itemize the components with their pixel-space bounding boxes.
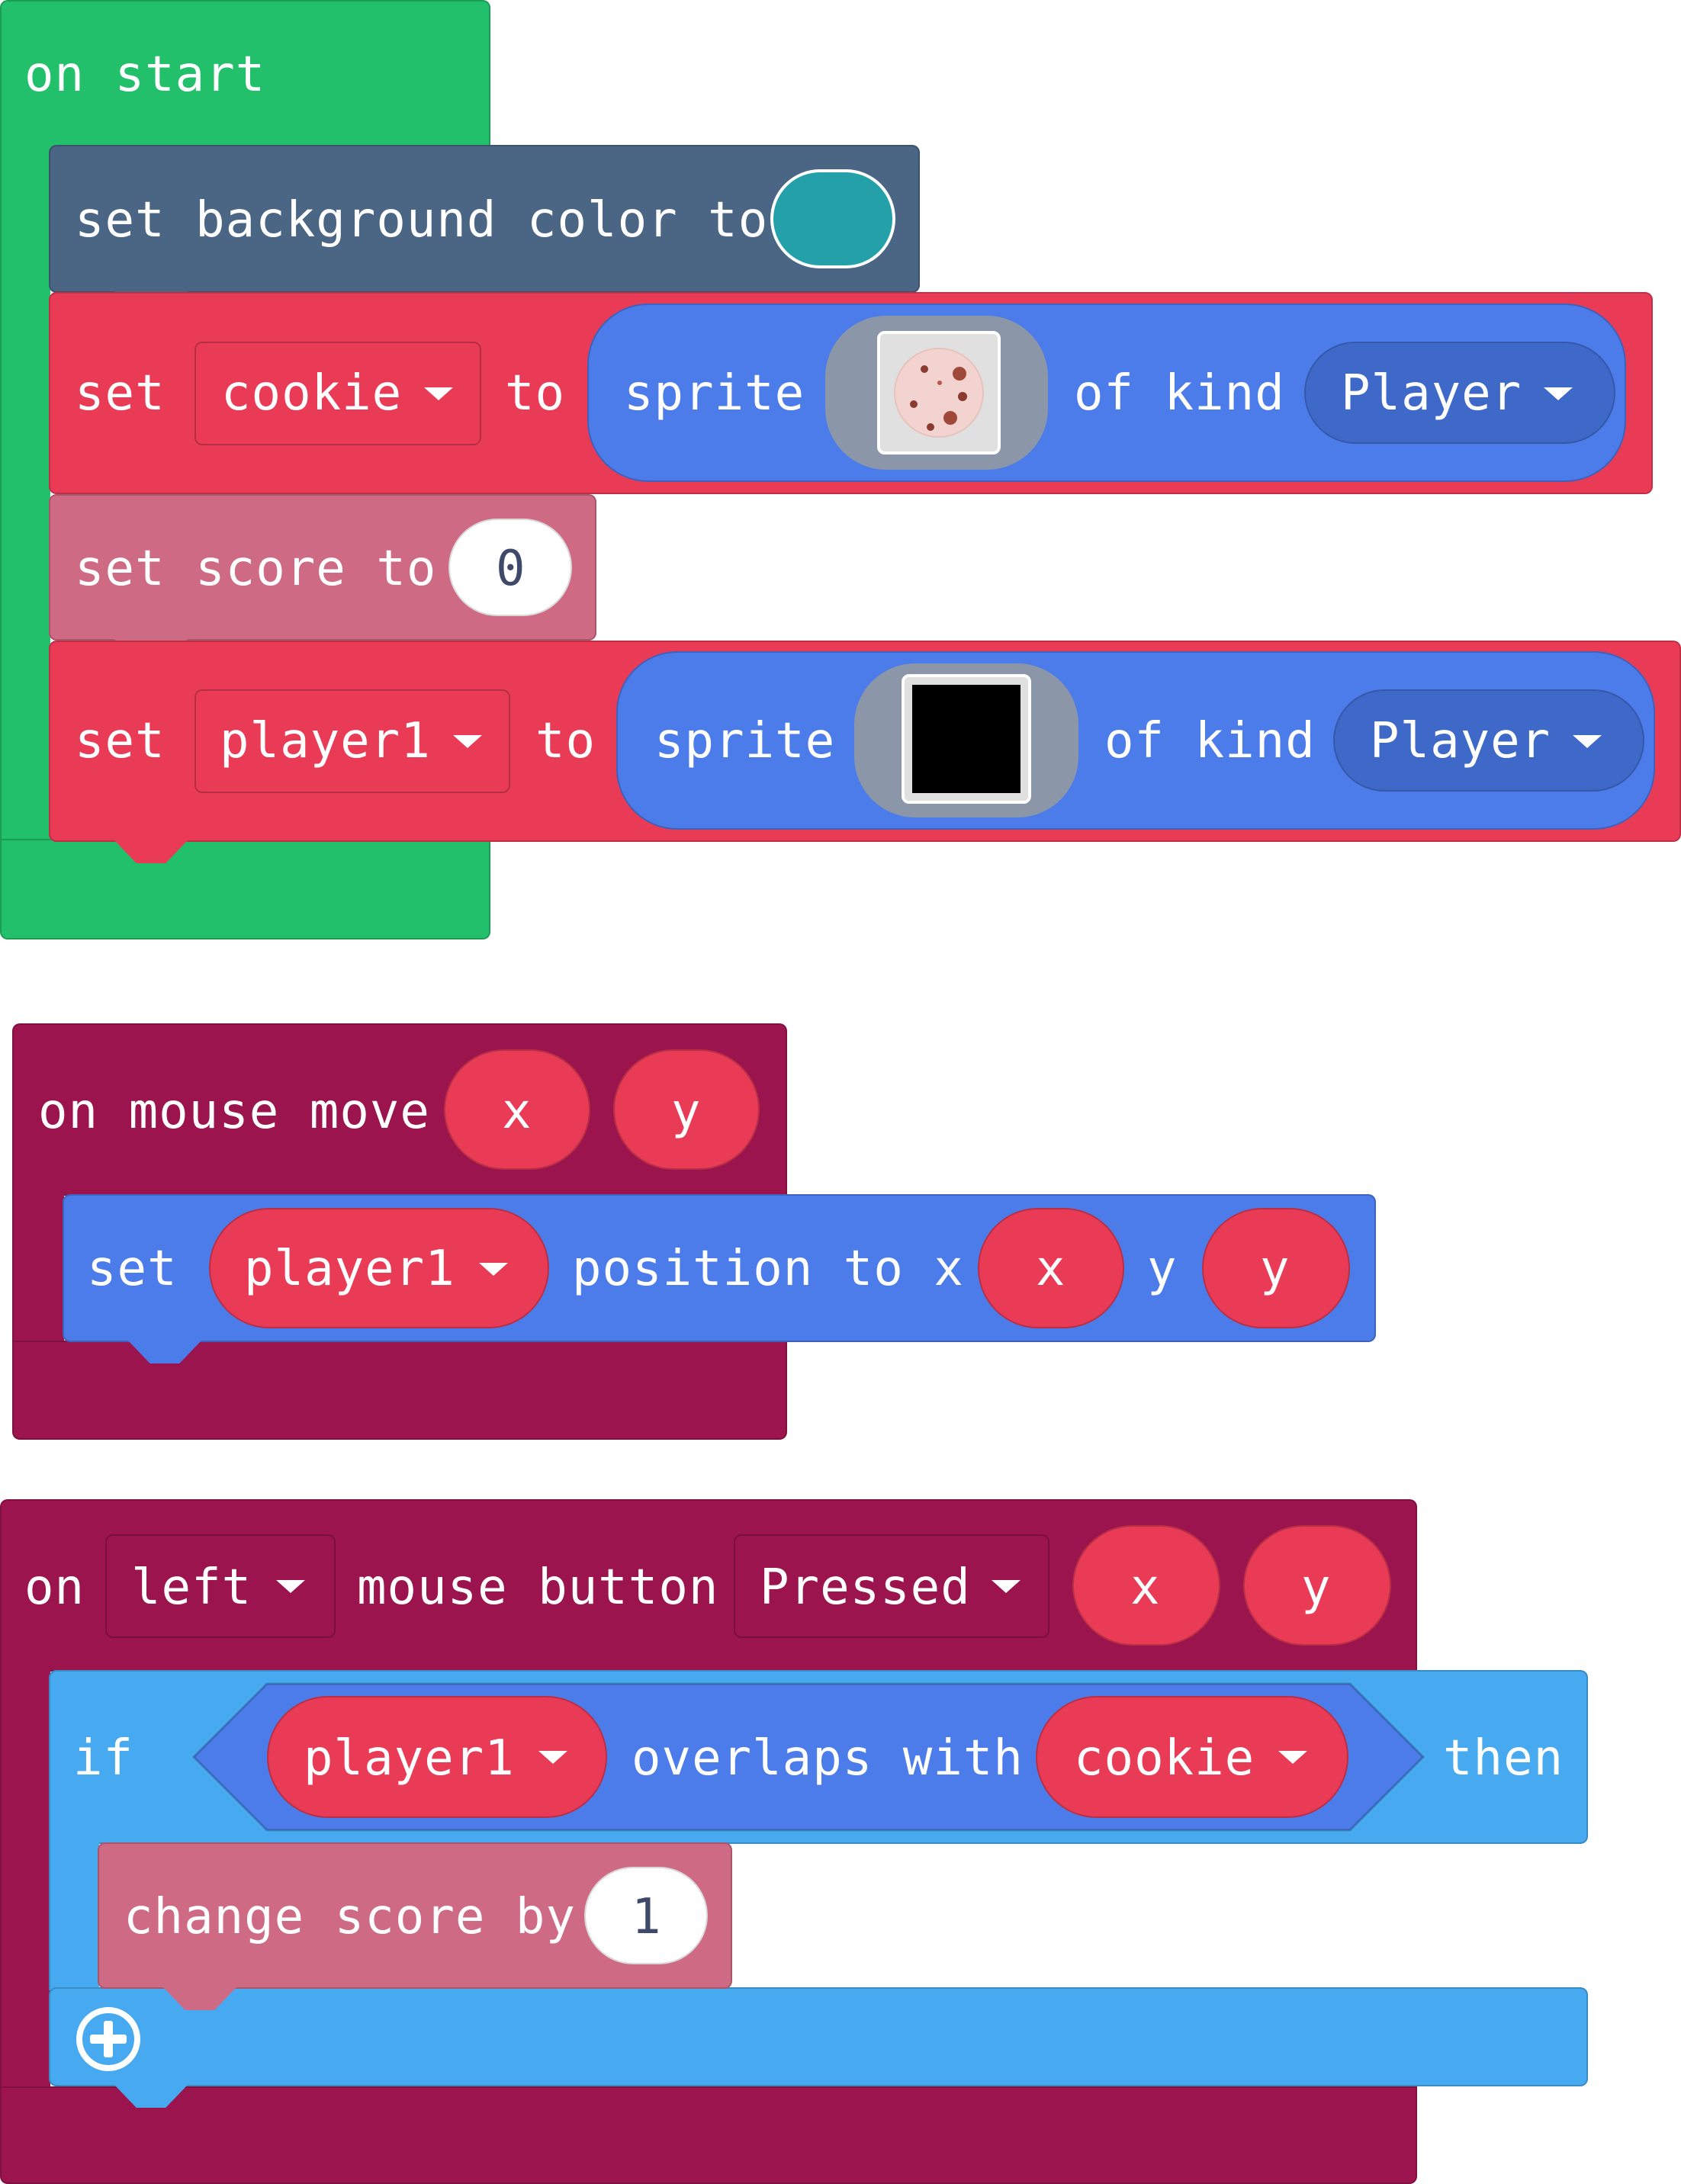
of-kind-label: of kind	[1104, 713, 1316, 769]
change-score-label: change score by	[124, 1889, 576, 1945]
button-event-value: Pressed	[760, 1559, 971, 1616]
mouse-button-label: mouse button	[357, 1559, 719, 1616]
cookie-image	[877, 331, 1001, 454]
x-value-label: x	[1036, 1241, 1066, 1297]
if-block-footer	[49, 1987, 1588, 2086]
set-background-label: set background color to	[75, 192, 769, 249]
of-kind-label: of kind	[1074, 365, 1285, 422]
set-label: set	[75, 713, 166, 769]
overlaps-with-label: overlaps with	[632, 1730, 1024, 1787]
cookie-icon	[894, 348, 984, 438]
param-y-label: y	[1301, 1559, 1332, 1616]
chevron-down-icon	[424, 387, 453, 400]
then-label: then	[1443, 1730, 1564, 1787]
param-x-label: x	[1130, 1559, 1161, 1616]
param-x-label: x	[502, 1084, 532, 1140]
change-value: 1	[632, 1889, 662, 1945]
y-value-label: y	[1260, 1241, 1290, 1297]
set-label: set	[75, 365, 166, 422]
player1-variable-label: player1	[220, 713, 431, 769]
set-label: set	[87, 1241, 178, 1297]
sprite-b-label: cookie	[1074, 1730, 1255, 1787]
on-mouse-move-label: on mouse move	[38, 1084, 430, 1140]
set-score-label: set score to	[75, 541, 437, 597]
on-mouse-move-spine	[12, 1190, 64, 1342]
y-label: y	[1147, 1241, 1178, 1297]
if-block-spine	[49, 1838, 99, 1990]
chevron-down-icon	[1278, 1751, 1307, 1764]
sprite-a-label: player1	[304, 1730, 515, 1787]
chevron-down-icon	[992, 1580, 1020, 1593]
if-label: if	[73, 1730, 134, 1787]
on-label: on	[24, 1559, 85, 1616]
on-mouse-move-footer	[12, 1341, 787, 1440]
on-start-spine	[0, 137, 50, 900]
chevron-down-icon	[453, 735, 482, 748]
on-start-footer	[0, 839, 490, 939]
sprite-label: sprite	[624, 365, 805, 422]
cookie-variable-label: cookie	[221, 365, 403, 422]
on-mouse-button-footer	[0, 2086, 1417, 2184]
color-swatch-teal[interactable]	[770, 169, 895, 268]
chevron-down-icon	[276, 1580, 305, 1593]
black-square-image	[902, 674, 1031, 804]
position-to-x-label: position to x	[572, 1241, 964, 1297]
chevron-down-icon	[538, 1751, 567, 1764]
player1-variable-label: player1	[244, 1241, 455, 1297]
sprite-label: sprite	[654, 713, 836, 769]
kind-label: Player	[1341, 365, 1522, 422]
chevron-down-icon	[479, 1263, 508, 1276]
on-start-label: on start	[24, 47, 266, 103]
kind-label: Player	[1370, 713, 1551, 769]
on-mouse-button-spine	[0, 1662, 50, 2105]
chevron-down-icon	[1544, 387, 1573, 400]
to-label: to	[505, 365, 566, 422]
chevron-down-icon	[1573, 735, 1602, 748]
param-y-label: y	[671, 1084, 702, 1140]
to-label: to	[535, 713, 596, 769]
plus-circle-icon[interactable]	[73, 2004, 143, 2074]
score-value: 0	[496, 541, 526, 597]
mouse-button-value: left	[131, 1559, 252, 1616]
